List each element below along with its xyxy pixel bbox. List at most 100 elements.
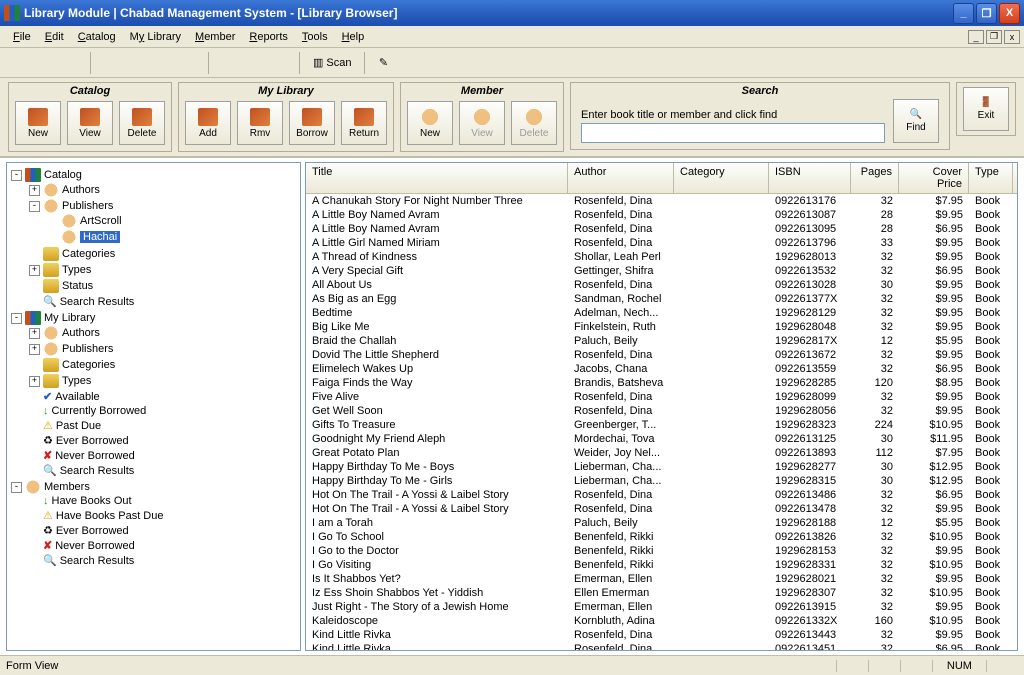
table-row[interactable]: Braid the ChallahPaluch, Beily192962817X… [306,334,1017,348]
col-author[interactable]: Author [568,163,674,193]
col-pages[interactable]: Pages [851,163,899,193]
table-row[interactable]: Is It Shabbos Yet?Emerman, Ellen19296280… [306,572,1017,586]
mylib-add-button[interactable]: Add [185,101,231,145]
tree-mem-havepast[interactable]: ⚠Have Books Past Due [29,509,298,522]
member-view-button[interactable]: View [459,101,505,145]
table-row[interactable]: A Little Boy Named AvramRosenfeld, Dina0… [306,222,1017,236]
menu-reports[interactable]: Reports [242,29,295,45]
exit-button[interactable]: 🚪Exit [963,87,1009,131]
table-row[interactable]: Great Potato PlanWeider, Joy Nel...09226… [306,446,1017,460]
menu-member[interactable]: Member [188,29,242,45]
mylib-borrow-button[interactable]: Borrow [289,101,335,145]
table-row[interactable]: Happy Birthday To Me - BoysLieberman, Ch… [306,460,1017,474]
toolbutton-6[interactable] [151,51,175,75]
table-row[interactable]: Goodnight My Friend AlephMordechai, Tova… [306,432,1017,446]
table-row[interactable]: All About UsRosenfeld, Dina092261302830$… [306,278,1017,292]
col-type[interactable]: Type [969,163,1013,193]
collapse-icon[interactable]: - [29,201,40,212]
minimize-button[interactable]: _ [953,3,974,24]
tree-categories[interactable]: Categories [29,247,298,261]
table-row[interactable]: Just Right - The Story of a Jewish HomeE… [306,600,1017,614]
mylib-return-button[interactable]: Return [341,101,387,145]
toolbutton-9[interactable] [242,51,266,75]
catalog-delete-button[interactable]: Delete [119,101,165,145]
tree-mem-search[interactable]: 🔍Search Results [29,554,298,567]
expand-icon[interactable]: + [29,265,40,276]
table-row[interactable]: Big Like MeFinkelstein, Ruth192962804832… [306,320,1017,334]
tree-hachai[interactable]: Hachai [47,230,298,244]
expand-icon[interactable]: + [29,376,40,387]
toolbutton-5[interactable] [124,51,148,75]
menu-tools[interactable]: Tools [295,29,335,45]
table-row[interactable]: Iz Ess Shoin Shabbos Yet - YiddishEllen … [306,586,1017,600]
member-delete-button[interactable]: Delete [511,101,557,145]
tree-ml-authors[interactable]: +Authors [29,326,298,340]
tree-artscroll[interactable]: ArtScroll [47,214,298,228]
table-row[interactable]: Get Well SoonRosenfeld, Dina192962805632… [306,404,1017,418]
table-row[interactable]: I Go To SchoolBenenfeld, Rikki0922613826… [306,530,1017,544]
table-row[interactable]: A Chanukah Story For Night Number ThreeR… [306,194,1017,208]
table-row[interactable]: Gifts To TreasureGreenberger, T...192962… [306,418,1017,432]
maximize-button[interactable]: ❐ [976,3,997,24]
tree-mem-haveout[interactable]: ↓Have Books Out [29,495,298,507]
menu-edit[interactable]: Edit [38,29,71,45]
table-row[interactable]: As Big as an EggSandman, Rochel092261377… [306,292,1017,306]
tree-mylibrary[interactable]: -My Library [11,311,298,325]
table-row[interactable]: A Little Boy Named AvramRosenfeld, Dina0… [306,208,1017,222]
tree-members[interactable]: -Members [11,480,298,494]
tree-ml-ever[interactable]: ♻Ever Borrowed [29,434,298,447]
catalog-new-button[interactable]: New [15,101,61,145]
table-row[interactable]: I Go VisitingBenenfeld, Rikki19296283313… [306,558,1017,572]
expand-icon[interactable]: + [29,185,40,196]
table-row[interactable]: A Little Girl Named MiriamRosenfeld, Din… [306,236,1017,250]
toolbutton-11[interactable]: ✎ [371,51,395,75]
menu-catalog[interactable]: Catalog [71,29,123,45]
table-row[interactable]: Elimelech Wakes UpJacobs, Chana092261355… [306,362,1017,376]
collapse-icon[interactable]: - [11,170,22,181]
table-row[interactable]: A Very Special GiftGettinger, Shifra0922… [306,264,1017,278]
table-row[interactable]: BedtimeAdelman, Nech...192962812932$9.95… [306,306,1017,320]
expand-icon[interactable]: + [29,344,40,355]
table-row[interactable]: Hot On The Trail - A Yossi & Laibel Stor… [306,488,1017,502]
tree[interactable]: -Catalog +Authors -Publishers ArtScroll … [6,162,301,651]
mdi-close[interactable]: x [1004,30,1020,44]
col-isbn[interactable]: ISBN [769,163,851,193]
table-row[interactable]: Dovid The Little ShepherdRosenfeld, Dina… [306,348,1017,362]
tree-mem-never[interactable]: ✘Never Borrowed [29,539,298,552]
toolbutton-7[interactable] [178,51,202,75]
toolbutton-3[interactable] [60,51,84,75]
tree-search-results[interactable]: 🔍Search Results [29,295,298,308]
tree-ml-publishers[interactable]: +Publishers [29,342,298,356]
toolbutton-2[interactable] [33,51,57,75]
collapse-icon[interactable]: - [11,482,22,493]
tree-catalog[interactable]: -Catalog [11,168,298,182]
tree-mem-ever[interactable]: ♻Ever Borrowed [29,524,298,537]
expand-icon[interactable]: + [29,328,40,339]
tree-ml-search[interactable]: 🔍Search Results [29,464,298,477]
search-input[interactable] [581,123,885,143]
table-row[interactable]: Kind Little RivkaRosenfeld, Dina09226134… [306,628,1017,642]
tree-ml-never[interactable]: ✘Never Borrowed [29,449,298,462]
find-button[interactable]: 🔍Find [893,99,939,143]
col-price[interactable]: Cover Price [899,163,969,193]
table-row[interactable]: Happy Birthday To Me - GirlsLieberman, C… [306,474,1017,488]
table-row[interactable]: A Thread of KindnessShollar, Leah Perl19… [306,250,1017,264]
tree-ml-available[interactable]: ✔Available [29,390,298,403]
col-category[interactable]: Category [674,163,769,193]
table-row[interactable]: Kind Little RivkaRosenfeld, Dina09226134… [306,642,1017,651]
scan-button[interactable]: ▥Scan [306,53,358,72]
menu-help[interactable]: Help [335,29,372,45]
tree-publishers[interactable]: -Publishers [29,199,298,213]
mdi-minimize[interactable]: _ [968,30,984,44]
close-button[interactable]: X [999,3,1020,24]
toolbutton-8[interactable] [215,51,239,75]
collapse-icon[interactable]: - [11,313,22,324]
mylib-rmv-button[interactable]: Rmv [237,101,283,145]
menu-mylibrary[interactable]: My Library [123,29,188,45]
table-row[interactable]: I am a TorahPaluch, Beily192962818812$5.… [306,516,1017,530]
table-row[interactable]: Faiga Finds the WayBrandis, Batsheva1929… [306,376,1017,390]
tree-ml-types[interactable]: +Types [29,374,298,388]
col-title[interactable]: Title [306,163,568,193]
table-row[interactable]: Hot On The Trail - A Yossi & Laibel Stor… [306,502,1017,516]
tree-ml-categories[interactable]: Categories [29,358,298,372]
